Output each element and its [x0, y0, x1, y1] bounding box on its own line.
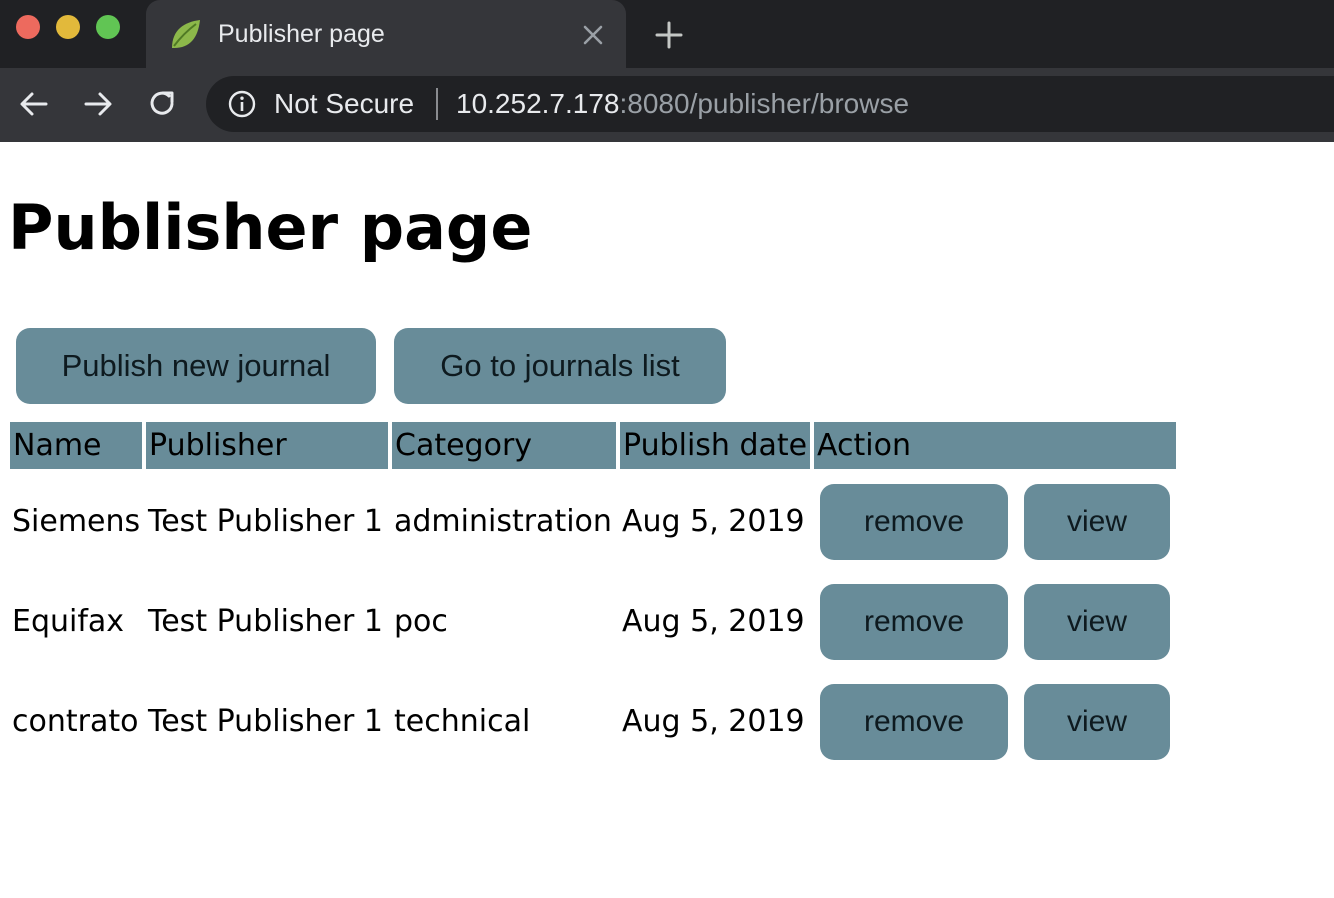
close-window-button[interactable]	[16, 15, 40, 39]
cell-publish-date: Aug 5, 2019	[622, 504, 805, 539]
cell-name: contrato	[12, 704, 139, 739]
view-button[interactable]: view	[1024, 684, 1170, 760]
forward-arrow-icon[interactable]	[80, 86, 116, 122]
address-bar[interactable]: Not Secure 10.252.7.178:8080/publisher/b…	[206, 76, 1334, 132]
column-header-action: Action	[814, 422, 1176, 469]
cell-name: Equifax	[12, 604, 125, 639]
cell-publish-date: Aug 5, 2019	[622, 704, 805, 739]
cell-publish-date: Aug 5, 2019	[622, 604, 805, 639]
table-row: Siemens Test Publisher 1 administration …	[0, 484, 1334, 560]
url-host: 10.252.7.178	[456, 88, 620, 119]
view-button[interactable]: view	[1024, 484, 1170, 560]
close-tab-icon[interactable]	[580, 22, 606, 48]
maximize-window-button[interactable]	[96, 15, 120, 39]
browser-tab[interactable]: Publisher page	[146, 0, 626, 68]
spring-leaf-icon	[172, 20, 200, 48]
url-path: :8080/publisher/browse	[619, 88, 910, 119]
table-row: contrato Test Publisher 1 technical Aug …	[0, 684, 1334, 760]
tab-title: Publisher page	[218, 20, 385, 48]
browser-toolbar: Not Secure 10.252.7.178:8080/publisher/b…	[0, 68, 1334, 142]
browser-titlebar: Publisher page	[0, 0, 1334, 68]
address-divider	[436, 88, 438, 120]
view-button[interactable]: view	[1024, 584, 1170, 660]
cell-category: poc	[394, 604, 448, 639]
column-header-publisher: Publisher	[146, 422, 388, 469]
cell-category: administration	[394, 504, 612, 539]
cell-publisher: Test Publisher 1	[148, 704, 383, 739]
cell-name: Siemens	[12, 504, 141, 539]
column-header-publish-date: Publish date	[620, 422, 810, 469]
page-title: Publisher page	[8, 191, 533, 264]
cell-publisher: Test Publisher 1	[148, 504, 383, 539]
remove-button[interactable]: remove	[820, 584, 1008, 660]
column-header-name: Name	[10, 422, 142, 469]
table-row: Equifax Test Publisher 1 poc Aug 5, 2019…	[0, 584, 1334, 660]
back-arrow-icon[interactable]	[16, 86, 52, 122]
go-to-journals-list-button[interactable]: Go to journals list	[394, 328, 726, 404]
column-header-category: Category	[392, 422, 616, 469]
minimize-window-button[interactable]	[56, 15, 80, 39]
cell-category: technical	[394, 704, 531, 739]
remove-button[interactable]: remove	[820, 484, 1008, 560]
reload-icon[interactable]	[144, 86, 180, 122]
cell-publisher: Test Publisher 1	[148, 604, 383, 639]
publish-new-journal-button[interactable]: Publish new journal	[16, 328, 376, 404]
remove-button[interactable]: remove	[820, 684, 1008, 760]
info-icon[interactable]	[228, 90, 256, 118]
url-text[interactable]: 10.252.7.178:8080/publisher/browse	[456, 86, 909, 122]
security-label: Not Secure	[274, 88, 415, 119]
new-tab-icon[interactable]	[652, 18, 686, 52]
